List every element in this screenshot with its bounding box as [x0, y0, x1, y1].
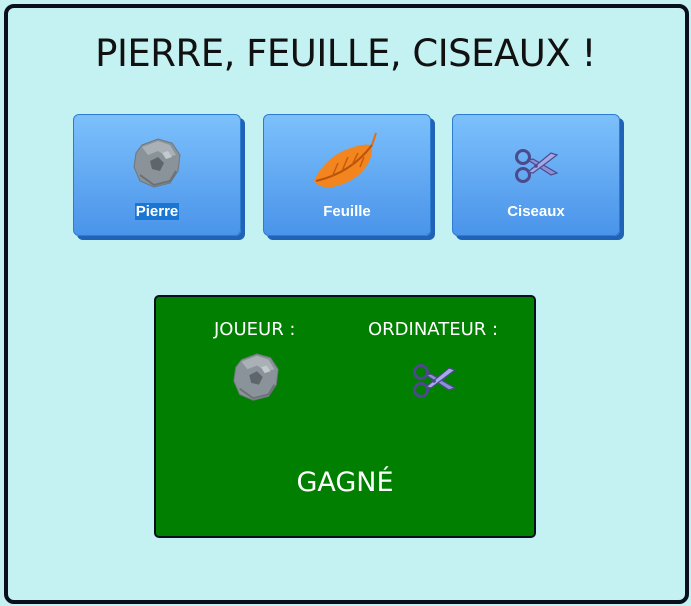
computer-choice-scissors-icon: [413, 364, 457, 398]
rock-icon: [133, 138, 181, 188]
game-title: PIERRE, FEUILLE, CISEAUX !: [95, 32, 596, 75]
outcome-text: GAGNÉ: [296, 467, 394, 498]
feuille-label: Feuille: [323, 203, 371, 220]
pierre-label: Pierre: [134, 203, 180, 220]
computer-label: ORDINATEUR :: [368, 319, 499, 340]
leaf-icon: [314, 132, 377, 188]
result-panel: JOUEUR : ORDINATEUR : GAGNÉ: [154, 295, 536, 538]
ciseaux-button[interactable]: Ciseaux: [452, 114, 620, 236]
player-choice-rock-icon: [232, 352, 280, 402]
player-label: JOUEUR :: [214, 319, 296, 340]
pierre-button[interactable]: Pierre: [73, 114, 241, 236]
feuille-button[interactable]: Feuille: [263, 114, 431, 236]
ciseaux-label: Ciseaux: [507, 203, 565, 220]
scissors-icon: [515, 149, 559, 183]
